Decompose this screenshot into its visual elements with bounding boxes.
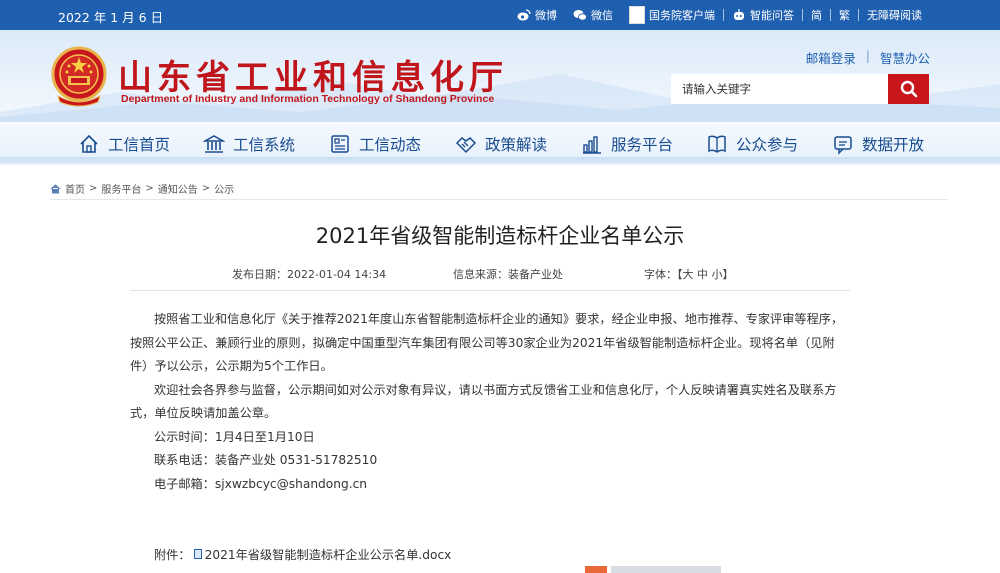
current-date: 2022 年 1 月 6 日 bbox=[58, 10, 164, 25]
message-icon bbox=[834, 136, 852, 155]
attachment-label: 附件： bbox=[154, 548, 191, 562]
breadcrumb-service[interactable]: 服务平台 bbox=[101, 181, 141, 196]
simplified-chinese-link[interactable]: 简 bbox=[803, 7, 830, 23]
font-size-control: 字体：【大 中 小】 bbox=[644, 266, 734, 282]
font-size-bracket: 】 bbox=[722, 268, 734, 281]
breadcrumb-notices[interactable]: 通知公告 bbox=[158, 181, 198, 196]
attachment: 附件： 2021年省级智能制造标杆企业公示名单.docx bbox=[154, 545, 451, 563]
footer-fragment bbox=[611, 566, 721, 573]
contact-phone: 联系电话：装备产业处 0531-51782510 bbox=[154, 453, 378, 467]
nav-label: 政策解读 bbox=[485, 136, 548, 154]
site-header: 山东省工业和信息化厅 Department of Industry and In… bbox=[0, 30, 1000, 164]
breadcrumb-separator: > bbox=[145, 183, 154, 194]
weibo-label: 微博 bbox=[535, 9, 557, 22]
site-title-en: Department of Industry and Information T… bbox=[121, 93, 495, 105]
simplified-label: 简 bbox=[811, 9, 822, 22]
font-small-button[interactable]: 小 bbox=[712, 268, 723, 281]
handshake-icon bbox=[455, 137, 477, 154]
nav-label: 工信首页 bbox=[108, 136, 171, 154]
header-links: 邮箱登录 | 智慧办公 bbox=[806, 48, 930, 67]
font-large-button[interactable]: 大 bbox=[683, 268, 694, 281]
smart-office-link[interactable]: 智慧办公 bbox=[880, 48, 930, 67]
nav-label: 公众参与 bbox=[736, 136, 799, 154]
divider bbox=[50, 199, 948, 200]
article-paragraph: 按照省工业和信息化厅《关于推荐2021年度山东省智能制造标杆企业的通知》要求，经… bbox=[130, 312, 844, 373]
breadcrumb: 首页 > 服务平台 > 通知公告 > 公示 bbox=[50, 181, 234, 196]
font-medium-button[interactable]: 中 bbox=[697, 268, 708, 281]
search-box bbox=[671, 74, 929, 104]
article-source: 信息来源：装备产业处 bbox=[453, 268, 563, 281]
nav-label: 数据开放 bbox=[862, 136, 925, 154]
footer-fragment bbox=[585, 566, 607, 573]
top-bar: 2022 年 1 月 6 日 微博 微信 国务院客户端 智能问答 简 繁 无障碍… bbox=[0, 0, 1000, 30]
building-icon bbox=[203, 135, 225, 153]
book-icon bbox=[708, 135, 726, 153]
search-button[interactable] bbox=[888, 74, 929, 104]
divider bbox=[130, 290, 850, 291]
wechat-label: 微信 bbox=[591, 9, 613, 22]
breadcrumb-separator: > bbox=[89, 183, 98, 194]
nav-label: 工信系统 bbox=[233, 136, 296, 154]
article-title: 2021年省级智能制造标杆企业名单公示 bbox=[315, 224, 685, 248]
contact-email: 电子邮箱：sjxwzbcyc@shandong.cn bbox=[154, 476, 368, 491]
footer-peek bbox=[585, 566, 735, 573]
breadcrumb-separator: > bbox=[201, 183, 211, 194]
search-icon bbox=[900, 80, 917, 98]
state-council-app-link[interactable]: 国务院客户端 bbox=[621, 6, 723, 24]
traditional-label: 繁 bbox=[839, 9, 850, 22]
smart-qa-label: 智能问答 bbox=[750, 9, 794, 22]
bar-chart-icon bbox=[583, 136, 601, 154]
site-title-cn[interactable]: 山东省工业和信息化厅 bbox=[118, 50, 508, 99]
notice-period: 公示时间：1月4日至1月10日 bbox=[154, 429, 315, 444]
font-size-label: 字体：【 bbox=[644, 268, 683, 281]
accessibility-label: 无障碍阅读 bbox=[867, 9, 922, 22]
home-icon bbox=[50, 183, 61, 193]
traditional-chinese-link[interactable]: 繁 bbox=[831, 7, 858, 23]
attachment-link[interactable]: 2021年省级智能制造标杆企业公示名单.docx bbox=[205, 545, 452, 563]
nav-shadow bbox=[0, 157, 1000, 167]
nav-label: 服务平台 bbox=[611, 136, 674, 154]
search-input[interactable] bbox=[671, 74, 889, 104]
national-emblem-icon bbox=[51, 46, 107, 107]
breadcrumb-home[interactable]: 首页 bbox=[65, 181, 85, 196]
mail-login-link[interactable]: 邮箱登录 bbox=[806, 48, 856, 67]
weibo-link[interactable]: 微博 bbox=[509, 7, 565, 23]
nav-label: 工信动态 bbox=[359, 136, 422, 154]
wechat-link[interactable]: 微信 bbox=[565, 7, 621, 23]
accessibility-link[interactable]: 无障碍阅读 bbox=[859, 7, 930, 23]
home-icon bbox=[80, 134, 98, 153]
smart-qa-link[interactable]: 智能问答 bbox=[724, 7, 802, 23]
weibo-icon bbox=[517, 9, 531, 21]
article-paragraph: 欢迎社会各界参与监督，公示期间如对公示对象有异议，请以书面方式反馈省工业和信息化… bbox=[130, 382, 837, 421]
robot-icon bbox=[734, 9, 744, 20]
state-council-app-icon bbox=[629, 6, 645, 24]
divider: | bbox=[865, 48, 870, 63]
wechat-icon bbox=[573, 10, 587, 21]
article-body: 按照省工业和信息化厅《关于推荐2021年度山东省智能制造标杆企业的通知》要求，经… bbox=[130, 308, 852, 496]
publish-date: 发布日期：2022-01-04 14:34 bbox=[232, 268, 387, 281]
top-links: 微博 微信 国务院客户端 智能问答 简 繁 无障碍阅读 bbox=[509, 0, 930, 30]
state-council-app-label: 国务院客户端 bbox=[649, 9, 715, 22]
news-icon bbox=[331, 135, 349, 153]
docx-file-icon bbox=[193, 549, 202, 559]
breadcrumb-publicity[interactable]: 公示 bbox=[214, 181, 234, 196]
